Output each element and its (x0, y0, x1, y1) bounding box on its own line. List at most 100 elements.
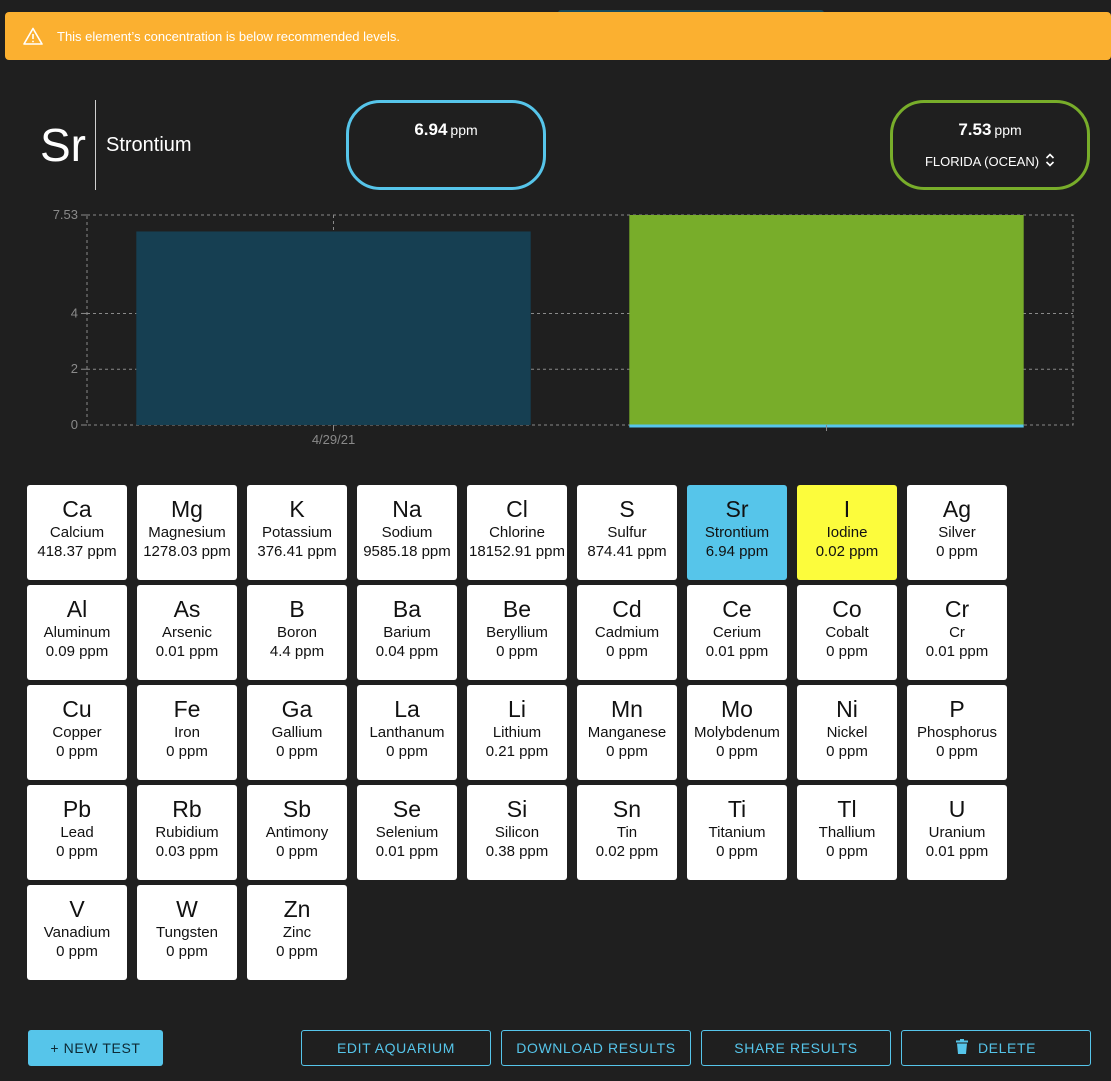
element-tile-k[interactable]: K Potassium 376.41 ppm (247, 485, 347, 580)
element-tile-fe[interactable]: Fe Iron 0 ppm (137, 685, 237, 780)
tile-value: 0 ppm (826, 843, 868, 860)
element-tile-si[interactable]: Si Silicon 0.38 ppm (467, 785, 567, 880)
tile-value: 0.02 ppm (815, 543, 879, 560)
element-tile-ga[interactable]: Ga Gallium 0 ppm (247, 685, 347, 780)
warning-icon (23, 27, 43, 45)
share-results-button[interactable]: SHARE RESULTS (701, 1030, 891, 1066)
delete-button[interactable]: DELETE (901, 1030, 1091, 1066)
tile-name: Sodium (381, 524, 433, 541)
tile-symbol: Be (502, 596, 532, 622)
element-tile-pb[interactable]: Pb Lead 0 ppm (27, 785, 127, 880)
element-tile-na[interactable]: Na Sodium 9585.18 ppm (357, 485, 457, 580)
y-tick-label: 0 (71, 417, 78, 432)
element-tile-co[interactable]: Co Cobalt 0 ppm (797, 585, 897, 680)
element-tile-li[interactable]: Li Lithium 0.21 ppm (467, 685, 567, 780)
tile-symbol: I (843, 496, 851, 522)
tile-value: 0.01 ppm (925, 643, 989, 660)
tile-name: Rubidium (155, 824, 219, 841)
tile-symbol: Sn (612, 796, 642, 822)
tile-symbol: W (176, 896, 198, 922)
y-tick-label: 7.53 (53, 207, 78, 222)
tile-symbol: Co (832, 596, 862, 622)
tile-name: Potassium (261, 524, 333, 541)
element-tile-be[interactable]: Be Beryllium 0 ppm (467, 585, 567, 680)
tile-name: Calcium (49, 524, 105, 541)
tile-value: 0 ppm (936, 743, 978, 760)
tile-name: Vanadium (43, 924, 111, 941)
tile-value: 0 ppm (606, 743, 648, 760)
region-label: FLORIDA (OCEAN) (924, 154, 1040, 169)
header-divider (95, 100, 96, 190)
element-tile-ca[interactable]: Ca Calcium 418.37 ppm (27, 485, 127, 580)
element-tile-ti[interactable]: Ti Titanium 0 ppm (687, 785, 787, 880)
tile-value: 0 ppm (716, 743, 758, 760)
tile-symbol: Mn (611, 696, 643, 722)
tile-symbol: Al (66, 596, 88, 622)
element-tile-zn[interactable]: Zn Zinc 0 ppm (247, 885, 347, 980)
element-tile-p[interactable]: P Phosphorus 0 ppm (907, 685, 1007, 780)
element-tile-as[interactable]: As Arsenic 0.01 ppm (137, 585, 237, 680)
element-tile-ag[interactable]: Ag Silver 0 ppm (907, 485, 1007, 580)
tile-name: Silicon (494, 824, 540, 841)
element-tile-rb[interactable]: Rb Rubidium 0.03 ppm (137, 785, 237, 880)
tile-symbol: Ca (62, 496, 92, 522)
element-tile-cu[interactable]: Cu Copper 0 ppm (27, 685, 127, 780)
trash-icon (955, 1039, 968, 1057)
tile-symbol: Na (392, 496, 422, 522)
bar-1 (629, 215, 1024, 425)
edit-aquarium-button[interactable]: EDIT AQUARIUM (301, 1030, 491, 1066)
element-tile-ba[interactable]: Ba Barium 0.04 ppm (357, 585, 457, 680)
tile-name: Lithium (492, 724, 542, 741)
element-tile-u[interactable]: U Uranium 0.01 ppm (907, 785, 1007, 880)
tile-value: 0 ppm (276, 843, 318, 860)
element-tile-se[interactable]: Se Selenium 0.01 ppm (357, 785, 457, 880)
element-tile-sb[interactable]: Sb Antimony 0 ppm (247, 785, 347, 880)
tile-value: 0 ppm (166, 943, 208, 960)
tile-name: Manganese (587, 724, 667, 741)
element-tile-tl[interactable]: Tl Thallium 0 ppm (797, 785, 897, 880)
element-tile-sn[interactable]: Sn Tin 0.02 ppm (577, 785, 677, 880)
element-tile-sr[interactable]: Sr Strontium 6.94 ppm (687, 485, 787, 580)
tile-symbol: V (69, 896, 85, 922)
tile-symbol: Ce (722, 596, 752, 622)
tile-name: Gallium (271, 724, 323, 741)
element-tile-ce[interactable]: Ce Cerium 0.01 ppm (687, 585, 787, 680)
element-grid: Ca Calcium 418.37 ppm Mg Magnesium 1278.03 pp… (27, 485, 1017, 980)
element-tile-b[interactable]: B Boron 4.4 ppm (247, 585, 347, 680)
tile-symbol: Ti (727, 796, 747, 822)
download-results-button[interactable]: DOWNLOAD RESULTS (501, 1030, 691, 1066)
tile-name: Zinc (282, 924, 312, 941)
tile-symbol: Cd (612, 596, 642, 622)
tile-symbol: B (289, 596, 305, 622)
tile-symbol: Ni (836, 696, 858, 722)
tile-value: 0.03 ppm (155, 843, 219, 860)
tile-symbol: P (949, 696, 965, 722)
element-tile-s[interactable]: S Sulfur 874.41 ppm (577, 485, 677, 580)
element-tile-mn[interactable]: Mn Manganese 0 ppm (577, 685, 677, 780)
element-tile-mg[interactable]: Mg Magnesium 1278.03 ppm (137, 485, 237, 580)
element-tile-cr[interactable]: Cr Cr 0.01 ppm (907, 585, 1007, 680)
tile-value: 0.01 ppm (155, 643, 219, 660)
element-tile-al[interactable]: Al Aluminum 0.09 ppm (27, 585, 127, 680)
tile-name: Cr (949, 624, 965, 641)
new-test-button[interactable]: + NEW TEST (28, 1030, 163, 1066)
tile-name: Cobalt (825, 624, 869, 641)
tile-symbol: U (948, 796, 966, 822)
tile-symbol: Cu (62, 696, 92, 722)
tile-name: Silver (938, 524, 976, 541)
tile-name: Thallium (818, 824, 876, 841)
region-selector[interactable]: FLORIDA (OCEAN) (925, 152, 1055, 171)
element-tile-w[interactable]: W Tungsten 0 ppm (137, 885, 237, 980)
element-tile-cd[interactable]: Cd Cadmium 0 ppm (577, 585, 677, 680)
current-value-pill: 6.94 ppm (346, 100, 546, 190)
element-tile-i[interactable]: I Iodine 0.02 ppm (797, 485, 897, 580)
tile-symbol: Sr (725, 496, 749, 522)
tile-value: 0.02 ppm (595, 843, 659, 860)
element-tile-ni[interactable]: Ni Nickel 0 ppm (797, 685, 897, 780)
element-tile-mo[interactable]: Mo Molybdenum 0 ppm (687, 685, 787, 780)
element-tile-la[interactable]: La Lanthanum 0 ppm (357, 685, 457, 780)
element-tile-cl[interactable]: Cl Chlorine 18152.91 ppm (467, 485, 567, 580)
element-tile-v[interactable]: V Vanadium 0 ppm (27, 885, 127, 980)
tile-name: Cerium (712, 624, 762, 641)
tile-symbol: Fe (173, 696, 201, 722)
